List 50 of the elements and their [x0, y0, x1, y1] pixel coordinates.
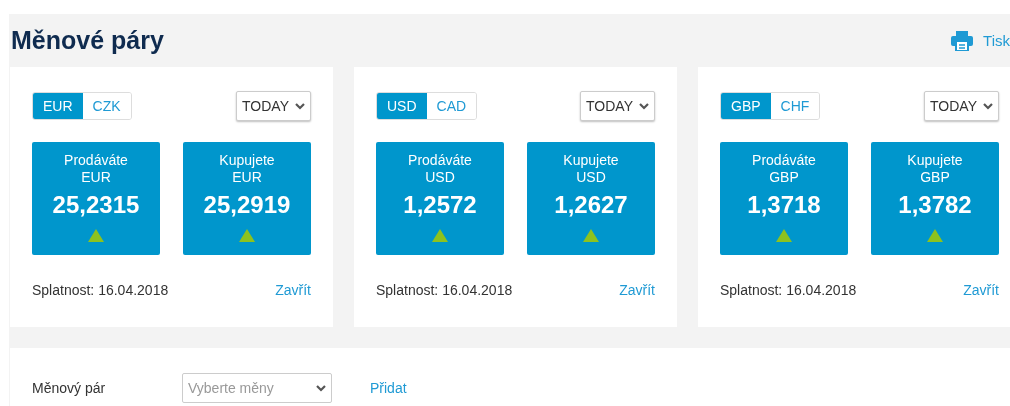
printer-icon	[951, 30, 974, 51]
rate-label: Kupujete	[219, 152, 275, 169]
rate-tile[interactable]: Prodáváte USD 1,2572	[376, 142, 504, 255]
rate-label: Prodáváte	[64, 152, 128, 169]
period-select[interactable]: TODAY	[924, 91, 999, 121]
rate-currency: GBP	[920, 169, 950, 186]
page-title: Měnové páry	[11, 26, 164, 55]
rate-tile[interactable]: Prodáváte GBP 1,3718	[720, 142, 848, 255]
currency-toggle-option[interactable]: EUR	[33, 93, 83, 119]
close-link[interactable]: Zavřít	[275, 282, 311, 298]
chevron-down-icon	[316, 384, 326, 392]
rate-tile[interactable]: Kupujete EUR 25,2919	[183, 142, 311, 255]
currency-toggle-option[interactable]: GBP	[721, 93, 771, 119]
rate-value: 1,3782	[898, 191, 972, 219]
rate-value: 25,2315	[52, 191, 140, 219]
period-select[interactable]: TODAY	[580, 91, 655, 121]
rate-label: Prodáváte	[752, 152, 816, 169]
currency-select[interactable]: Vyberte měny	[182, 373, 332, 403]
period-select[interactable]: TODAY	[236, 91, 311, 121]
rate-currency: USD	[576, 169, 606, 186]
rate-value: 1,2627	[554, 191, 628, 219]
rate-currency: USD	[425, 169, 455, 186]
rate-label: Kupujete	[907, 152, 963, 169]
rate-tile[interactable]: Prodáváte EUR 25,2315	[32, 142, 160, 255]
rate-tile[interactable]: Kupujete USD 1,2627	[527, 142, 655, 255]
rate-value: 25,2919	[203, 191, 291, 219]
chevron-down-icon	[983, 102, 993, 110]
currency-toggle-option[interactable]: USD	[377, 93, 427, 119]
rate-label: Prodáváte	[408, 152, 472, 169]
rate-value: 1,2572	[403, 191, 477, 219]
rate-value: 1,3718	[747, 191, 821, 219]
settlement-date: Splatnost: 16.04.2018	[376, 282, 513, 298]
chevron-down-icon	[295, 102, 305, 110]
rate-currency: EUR	[232, 169, 262, 186]
period-value: TODAY	[242, 98, 289, 114]
rate-tile[interactable]: Kupujete GBP 1,3782	[871, 142, 999, 255]
field-label: Měnový pár	[32, 380, 107, 396]
close-link[interactable]: Zavřít	[619, 282, 655, 298]
add-link[interactable]: Přidat	[370, 380, 407, 396]
chevron-down-icon	[639, 102, 649, 110]
close-link[interactable]: Zavřít	[963, 282, 999, 298]
rate-currency: EUR	[81, 169, 111, 186]
print-link[interactable]: Tisk	[951, 30, 1010, 51]
select-placeholder: Vyberte měny	[188, 380, 274, 396]
settlement-date: Splatnost: 16.04.2018	[720, 282, 857, 298]
rate-currency: GBP	[769, 169, 799, 186]
rate-label: Kupujete	[563, 152, 619, 169]
period-value: TODAY	[930, 98, 977, 114]
settlement-date: Splatnost: 16.04.2018	[32, 282, 169, 298]
period-value: TODAY	[586, 98, 633, 114]
